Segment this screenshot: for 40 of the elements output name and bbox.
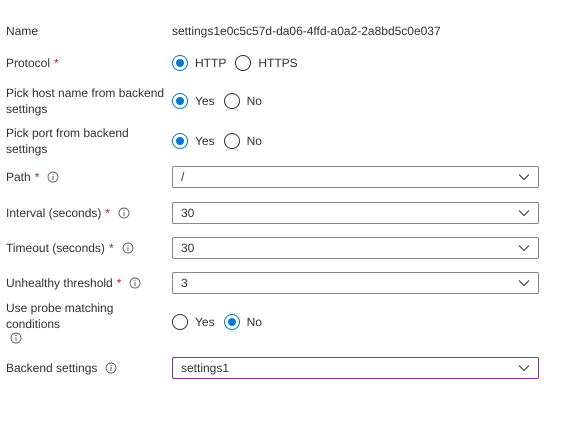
field-label: Name	[6, 23, 38, 39]
chevron-down-icon	[518, 279, 530, 287]
field-label: Unhealthy threshold	[6, 275, 113, 291]
field-label: Timeout (seconds)	[6, 240, 105, 256]
dropdown-field[interactable]: 30	[172, 202, 539, 224]
name-value: settings1e0c5c57d-da06-4ffd-a0a2-2a8bd5c0e037	[172, 24, 441, 38]
radio-option[interactable]: HTTP	[172, 55, 226, 71]
field-label: Interval (seconds)	[6, 204, 102, 220]
info-icon[interactable]	[10, 332, 22, 344]
radio-option[interactable]: Yes	[172, 93, 215, 109]
info-icon[interactable]	[105, 362, 118, 374]
info-icon[interactable]	[47, 171, 60, 183]
dropdown-field[interactable]: 30	[172, 236, 539, 258]
dropdown-field[interactable]: settings1	[172, 357, 539, 379]
required-asterisk: *	[34, 169, 40, 185]
required-asterisk: *	[54, 55, 59, 71]
info-icon[interactable]	[118, 206, 130, 218]
field-label: Backend settings	[6, 360, 98, 376]
chevron-down-icon	[518, 244, 530, 252]
chevron-down-icon	[518, 208, 530, 216]
field-label: Path	[6, 169, 31, 185]
info-icon[interactable]	[122, 242, 134, 254]
field-label: Pick port from backend settings	[6, 125, 130, 157]
field-label: Use probe matching conditions	[6, 300, 114, 332]
radio-option[interactable]: Yes	[172, 133, 215, 149]
dropdown-field[interactable]: 3	[172, 272, 539, 294]
required-asterisk: *	[108, 240, 114, 256]
radio-option[interactable]: No	[224, 314, 262, 330]
radio-option[interactable]: No	[224, 93, 262, 109]
field-label: Protocol	[6, 55, 50, 71]
chevron-down-icon	[518, 173, 530, 181]
field-label: Pick host name from backend settings	[6, 85, 166, 117]
required-asterisk: *	[116, 275, 122, 291]
radio-option[interactable]: HTTPS	[235, 55, 298, 71]
dropdown-field[interactable]: /	[172, 166, 539, 188]
radio-option[interactable]: No	[224, 133, 262, 149]
info-icon[interactable]	[129, 277, 142, 289]
chevron-down-icon	[518, 364, 530, 372]
required-asterisk: *	[105, 204, 110, 220]
radio-option[interactable]: Yes	[172, 314, 215, 330]
